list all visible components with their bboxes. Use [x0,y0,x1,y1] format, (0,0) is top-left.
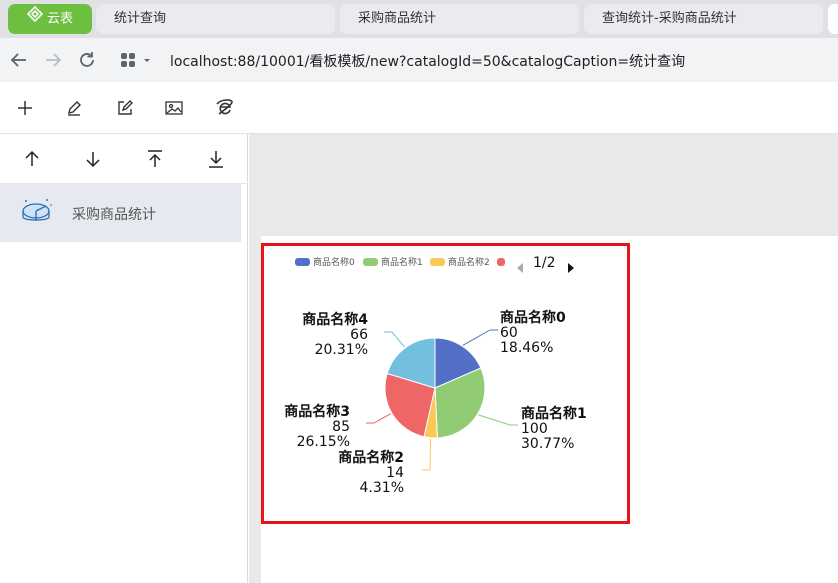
slice-name-label: 商品名称2 [338,449,404,466]
label-leader-line [462,329,498,346]
slice-percent-label: 20.31% [315,342,368,358]
label-leader-line [384,331,406,348]
slice-value-label: 85 [332,419,350,435]
slice-percent-label: 26.15% [297,434,350,450]
slice-percent-label: 4.31% [360,480,404,496]
slice-name-label: 商品名称0 [500,309,566,326]
slice-name-label: 商品名称4 [302,311,368,328]
pie-chart: 商品名称06018.46% 商品名称110030.77% 商品名称2144.31% 商… [284,309,587,496]
label-leader-line [366,413,392,424]
slice-value-label: 14 [386,465,404,481]
slice-value-label: 66 [350,327,368,343]
slice-value-label: 60 [500,325,518,341]
slice-value-label: 100 [521,421,548,437]
slice-percent-label: 18.46% [500,340,553,356]
slice-name-label: 商品名称1 [521,405,587,422]
slice-name-label: 商品名称3 [284,403,350,420]
label-leader-line [422,438,432,471]
label-leader-line [478,414,518,426]
slice-percent-label: 30.77% [521,436,574,452]
